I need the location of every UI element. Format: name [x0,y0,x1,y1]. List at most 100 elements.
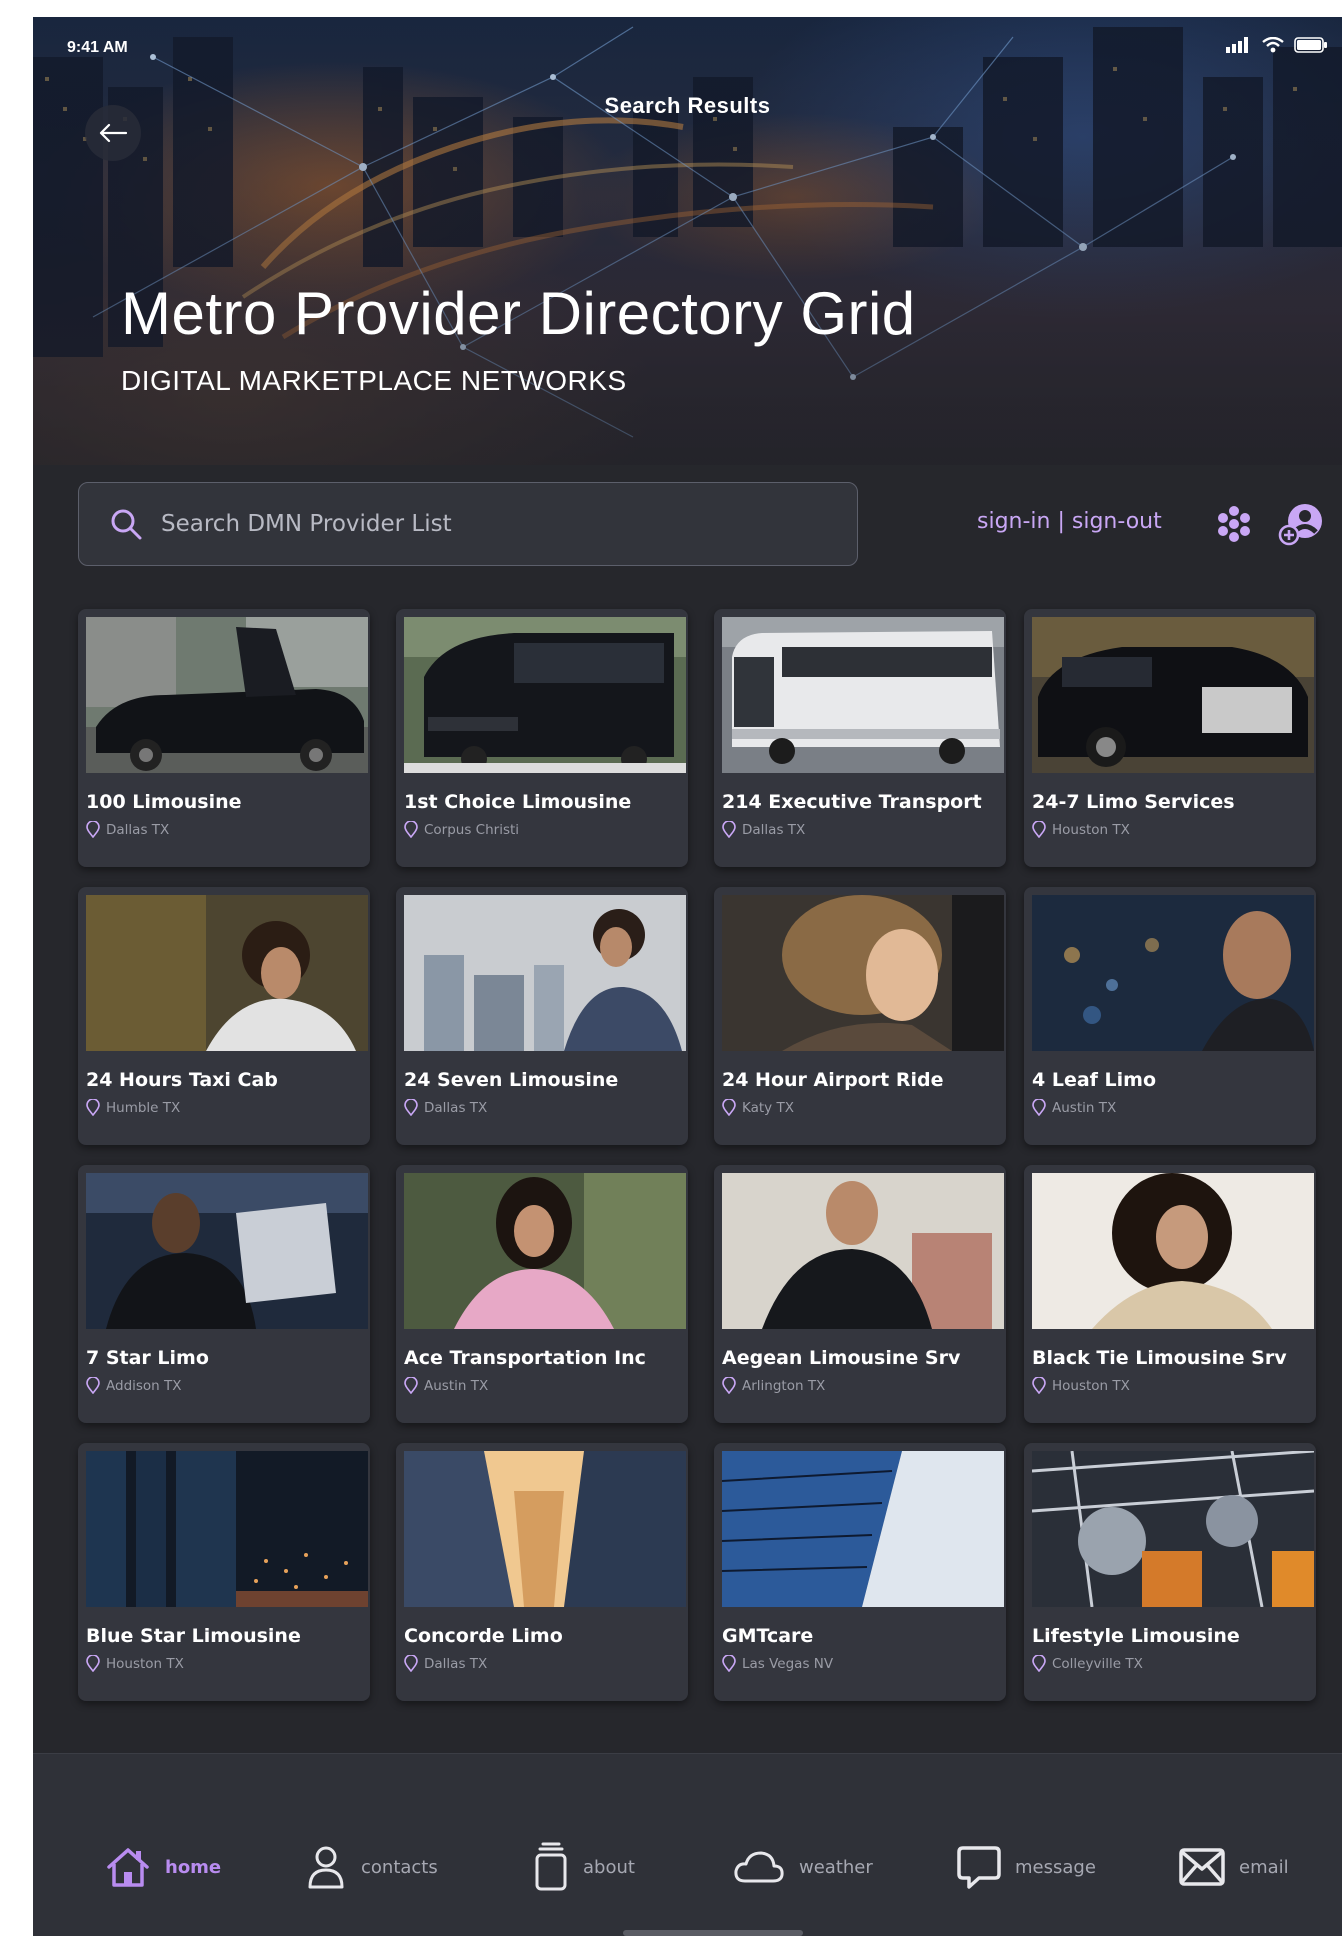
nav-about[interactable]: about [533,1840,635,1894]
provider-image [722,1451,1004,1607]
provider-name: 24 Seven Limousine [404,1069,619,1091]
page-subtitle: DIGITAL MARKETPLACE NETWORKS [121,365,627,396]
provider-location: Dallas TX [86,821,169,838]
provider-name: Black Tie Limousine Srv [1032,1347,1287,1369]
provider-image [86,617,368,773]
bottom-nav: home contacts about weather message emai… [33,1753,1342,1936]
provider-location-text: Austin TX [424,1377,489,1394]
provider-location: Houston TX [1032,821,1130,838]
provider-location: Houston TX [86,1655,184,1672]
provider-location-text: Austin TX [1052,1099,1117,1116]
provider-location: Austin TX [1032,1099,1116,1116]
provider-location: Dallas TX [404,1099,487,1116]
sign-in-sign-out-link[interactable]: sign-in | sign-out [977,509,1162,534]
hero-overlay [33,17,1342,465]
message-icon [957,1846,1001,1889]
provider-image [404,1451,686,1607]
provider-card[interactable]: 24 Hours Taxi Cab Humble TX [78,887,370,1145]
provider-name: 24-7 Limo Services [1032,791,1235,813]
provider-card[interactable]: Blue Star Limousine Houston TX [78,1443,370,1701]
add-person-icon[interactable] [1278,501,1324,547]
home-indicator [623,1930,803,1936]
provider-image [722,895,1004,1051]
provider-image [86,1451,368,1607]
provider-card[interactable]: Lifestyle Limousine Colleyville TX [1024,1443,1316,1701]
nav-email-label: email [1239,1856,1289,1878]
provider-image [722,1173,1004,1329]
nav-message[interactable]: message [957,1840,1096,1894]
provider-name: 1st Choice Limousine [404,791,632,813]
provider-image [1032,895,1314,1051]
location-pin-icon [86,1099,100,1116]
cloud-icon [734,1851,784,1883]
provider-card[interactable]: 214 Executive Transport Dallas TX [714,609,1006,867]
provider-location: Las Vegas NV [722,1655,833,1672]
provider-name: Ace Transportation Inc [404,1347,646,1369]
provider-card[interactable]: 100 Limousine Dallas TX [78,609,370,867]
location-pin-icon [404,1655,418,1672]
provider-name: 24 Hour Airport Ride [722,1069,944,1091]
provider-card[interactable]: GMTcare Las Vegas NV [714,1443,1006,1701]
provider-name: 214 Executive Transport [722,791,982,813]
back-button[interactable] [85,105,141,161]
location-pin-icon [722,1655,736,1672]
location-pin-icon [722,1377,736,1394]
provider-card[interactable]: Ace Transportation Inc Austin TX [396,1165,688,1423]
provider-location-text: Las Vegas NV [742,1655,834,1672]
nav-contacts-label: contacts [361,1856,438,1878]
provider-name: GMTcare [722,1625,814,1647]
provider-location-text: Corpus Christi [424,821,520,838]
page-title: Metro Provider Directory Grid [121,280,916,347]
provider-card[interactable]: Concorde Limo Dallas TX [396,1443,688,1701]
provider-location-text: Colleyville TX [1052,1655,1143,1672]
signal-icon [1226,37,1248,53]
provider-card[interactable]: Aegean Limousine Srv Arlington TX [714,1165,1006,1423]
provider-card[interactable]: 7 Star Limo Addison TX [78,1165,370,1423]
apps-grid-icon[interactable] [1213,503,1255,545]
search-bar[interactable] [78,482,858,566]
nav-weather[interactable]: weather [733,1840,873,1894]
wifi-icon [1262,37,1284,53]
provider-location-text: Humble TX [106,1099,181,1116]
provider-image [404,1173,686,1329]
provider-image [722,617,1004,773]
location-pin-icon [722,1099,736,1116]
provider-location: Arlington TX [722,1377,825,1394]
location-pin-icon [86,1377,100,1394]
provider-location: Dallas TX [404,1655,487,1672]
provider-location-text: Houston TX [1052,821,1130,838]
app-screen: 9:41 AM Search Results Metro Provider Di… [33,17,1342,1936]
nav-contacts[interactable]: contacts [305,1840,438,1894]
provider-card[interactable]: 24 Hour Airport Ride Katy TX [714,887,1006,1145]
provider-location: Addison TX [86,1377,182,1394]
provider-name: Blue Star Limousine [86,1625,301,1647]
location-pin-icon [404,1099,418,1116]
provider-card[interactable]: Black Tie Limousine Srv Houston TX [1024,1165,1316,1423]
provider-location: Austin TX [404,1377,488,1394]
provider-name: Concorde Limo [404,1625,563,1647]
provider-card[interactable]: 1st Choice Limousine Corpus Christi [396,609,688,867]
provider-card[interactable]: 24-7 Limo Services Houston TX [1024,609,1316,867]
home-icon [107,1848,149,1887]
email-icon [1179,1848,1225,1886]
nav-home[interactable]: home [105,1840,221,1894]
provider-location-text: Dallas TX [742,821,806,838]
location-pin-icon [1032,1655,1046,1672]
provider-image [404,617,686,773]
location-pin-icon [1032,1099,1046,1116]
location-pin-icon [86,821,100,838]
nav-weather-label: weather [799,1856,873,1878]
provider-location-text: Dallas TX [424,1099,488,1116]
search-input[interactable] [159,510,803,538]
nav-email[interactable]: email [1179,1840,1289,1894]
status-time: 9:41 AM [67,39,128,56]
provider-card[interactable]: 24 Seven Limousine Dallas TX [396,887,688,1145]
provider-image [404,895,686,1051]
provider-location: Humble TX [86,1099,180,1116]
location-pin-icon [404,821,418,838]
about-icon [535,1842,567,1891]
provider-location-text: Dallas TX [106,821,170,838]
provider-location-text: Houston TX [106,1655,184,1672]
provider-card[interactable]: 4 Leaf Limo Austin TX [1024,887,1316,1145]
provider-name: Aegean Limousine Srv [722,1347,961,1369]
